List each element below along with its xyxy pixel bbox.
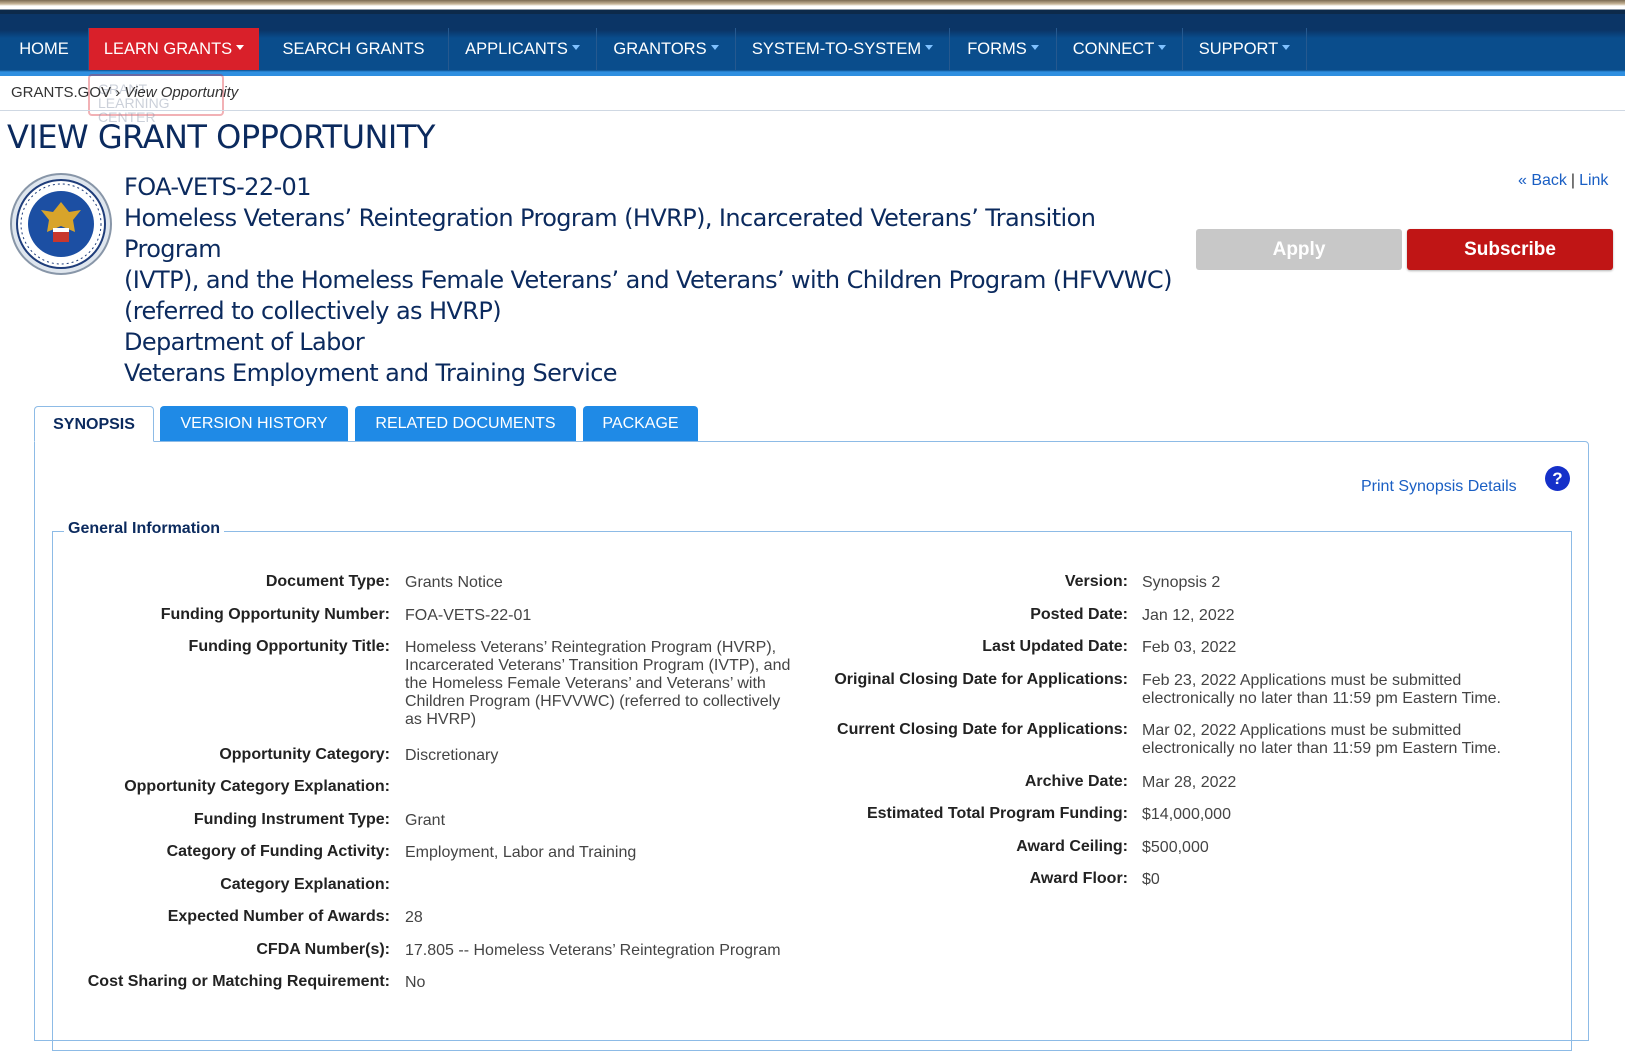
subscribe-button[interactable]: Subscribe — [1407, 229, 1613, 270]
field-value-award-ceiling: $500,000 — [1142, 839, 1209, 856]
field-value-funding-opportunity-title: Homeless Veterans’ Reintegration Program… — [405, 639, 791, 728]
field-label: Category Explanation: — [220, 876, 390, 893]
section-title: General Information — [64, 520, 225, 538]
field-value-cfda-numbers: 17.805 -- Homeless Veterans’ Reintegrati… — [405, 942, 781, 959]
print-synopsis-link[interactable]: Print Synopsis Details — [1361, 478, 1517, 496]
field-label: Posted Date: — [1030, 606, 1128, 623]
field-value-estimated-total-program-funding: $14,000,000 — [1142, 806, 1231, 823]
field-value-funding-instrument-type: Grant — [405, 812, 446, 829]
page-title: VIEW GRANT OPPORTUNITY — [7, 118, 435, 156]
field-value-current-closing-date: Mar 02, 2022 Applications must be submit… — [1142, 722, 1501, 757]
tab-package[interactable]: PACKAGE — [583, 406, 698, 441]
nav-home-label: HOME — [19, 40, 69, 58]
field-value-opportunity-category: Discretionary — [405, 747, 499, 764]
field-label: Expected Number of Awards: — [167, 908, 390, 925]
opportunity-header: FOA-VETS-22-01 Homeless Veterans’ Reinte… — [124, 172, 1174, 389]
opportunity-title-line-2: (IVTP), and the Homeless Female Veterans… — [124, 266, 1172, 294]
field-value-archive-date: Mar 28, 2022 — [1142, 774, 1237, 791]
link-separator: | — [1570, 172, 1576, 189]
breadcrumb: GRANTS.GOV › View Opportunity — [11, 84, 238, 101]
field-label: Award Ceiling: — [1016, 838, 1128, 855]
field-label: Archive Date: — [1024, 773, 1128, 790]
help-icon[interactable]: ? — [1545, 466, 1570, 491]
tab-related-documents[interactable]: RELATED DOCUMENTS — [355, 406, 576, 441]
nav-system-to-system-label: SYSTEM-TO-SYSTEM — [751, 40, 922, 58]
field-value-version: Synopsis 2 — [1142, 574, 1221, 591]
chevron-down-icon — [236, 45, 245, 50]
nav-support[interactable]: SUPPORT — [1183, 28, 1307, 70]
opportunity-agency: Department of Labor — [124, 328, 365, 356]
chevron-down-icon — [925, 45, 934, 50]
nav-support-label: SUPPORT — [1198, 40, 1279, 58]
opportunity-title-line-1: Homeless Veterans’ Reintegration Program… — [124, 204, 1096, 263]
nav-connect-label: CONNECT — [1072, 40, 1155, 58]
field-label: Original Closing Date for Applications: — [834, 671, 1128, 688]
chevron-down-icon — [571, 45, 580, 50]
chevron-down-icon — [710, 45, 719, 50]
back-link-group: « Back | Link — [1518, 172, 1608, 190]
breadcrumb-current: View Opportunity — [124, 84, 239, 101]
field-value-document-type: Grants Notice — [405, 574, 503, 591]
field-value-award-floor: $0 — [1142, 871, 1160, 888]
opportunity-title-line-3: (referred to collectively as HVRP) — [124, 297, 502, 325]
field-label: Estimated Total Program Funding: — [866, 805, 1128, 822]
apply-button[interactable]: Apply — [1196, 229, 1402, 270]
department-of-labor-seal-icon — [10, 173, 112, 275]
field-value-cost-sharing: No — [405, 974, 426, 991]
field-value-funding-opportunity-number: FOA-VETS-22-01 — [405, 607, 532, 624]
field-value-last-updated-date: Feb 03, 2022 — [1142, 639, 1237, 656]
field-label: Opportunity Category: — [219, 746, 390, 763]
nav-grantors[interactable]: GRANTORS — [597, 28, 736, 70]
tab-synopsis[interactable]: SYNOPSIS — [34, 406, 154, 442]
main-nav-bar: HOME LEARN GRANTS SEARCH GRANTS APPLICAN… — [0, 14, 1625, 76]
nav-home[interactable]: HOME — [0, 28, 89, 70]
nav-forms[interactable]: FORMS — [950, 28, 1057, 70]
nav-search-grants[interactable]: SEARCH GRANTS — [259, 28, 449, 70]
nav-search-grants-label: SEARCH GRANTS — [282, 40, 425, 58]
field-label: Document Type: — [265, 573, 390, 590]
nav-applicants[interactable]: APPLICANTS — [449, 28, 597, 70]
nav-learn-grants-label: LEARN GRANTS — [103, 40, 233, 58]
field-label: Current Closing Date for Applications: — [837, 721, 1128, 738]
opportunity-number: FOA-VETS-22-01 — [124, 173, 312, 201]
nav-forms-label: FORMS — [967, 40, 1027, 58]
permalink-link[interactable]: Link — [1579, 172, 1608, 189]
field-label: Award Floor: — [1029, 870, 1128, 887]
field-label: Opportunity Category Explanation: — [124, 778, 390, 795]
nav-applicants-label: APPLICANTS — [465, 40, 568, 58]
field-label: Last Updated Date: — [982, 638, 1128, 655]
chevron-down-icon — [1282, 45, 1291, 50]
breadcrumb-separator: › — [115, 84, 121, 101]
browser-top-band — [0, 0, 1625, 14]
nav-connect[interactable]: CONNECT — [1057, 28, 1183, 70]
chevron-down-icon — [1158, 45, 1167, 50]
back-link[interactable]: « Back — [1518, 172, 1567, 189]
field-label: Category of Funding Activity: — [166, 843, 390, 860]
field-value-expected-number-of-awards: 28 — [405, 909, 423, 926]
breadcrumb-divider — [0, 110, 1625, 111]
field-value-category-of-funding-activity: Employment, Labor and Training — [405, 844, 637, 861]
field-value-posted-date: Jan 12, 2022 — [1142, 607, 1235, 624]
field-label: Funding Instrument Type: — [193, 811, 390, 828]
nav-system-to-system[interactable]: SYSTEM-TO-SYSTEM — [736, 28, 950, 70]
field-label: Funding Opportunity Number: — [160, 606, 390, 623]
tab-version-history[interactable]: VERSION HISTORY — [160, 406, 348, 441]
nav-grantors-label: GRANTORS — [613, 40, 707, 58]
nav-learn-grants[interactable]: LEARN GRANTS — [89, 28, 259, 70]
chevron-down-icon — [1030, 45, 1039, 50]
opportunity-sub-agency: Veterans Employment and Training Service — [124, 359, 618, 387]
field-label: Cost Sharing or Matching Requirement: — [87, 973, 390, 990]
field-label: CFDA Number(s): — [256, 941, 390, 958]
field-label: Version: — [1064, 573, 1128, 590]
field-label: Funding Opportunity Title: — [188, 638, 390, 655]
field-value-original-closing-date: Feb 23, 2022 Applications must be submit… — [1142, 672, 1501, 707]
breadcrumb-root-link[interactable]: GRANTS.GOV — [11, 84, 111, 101]
